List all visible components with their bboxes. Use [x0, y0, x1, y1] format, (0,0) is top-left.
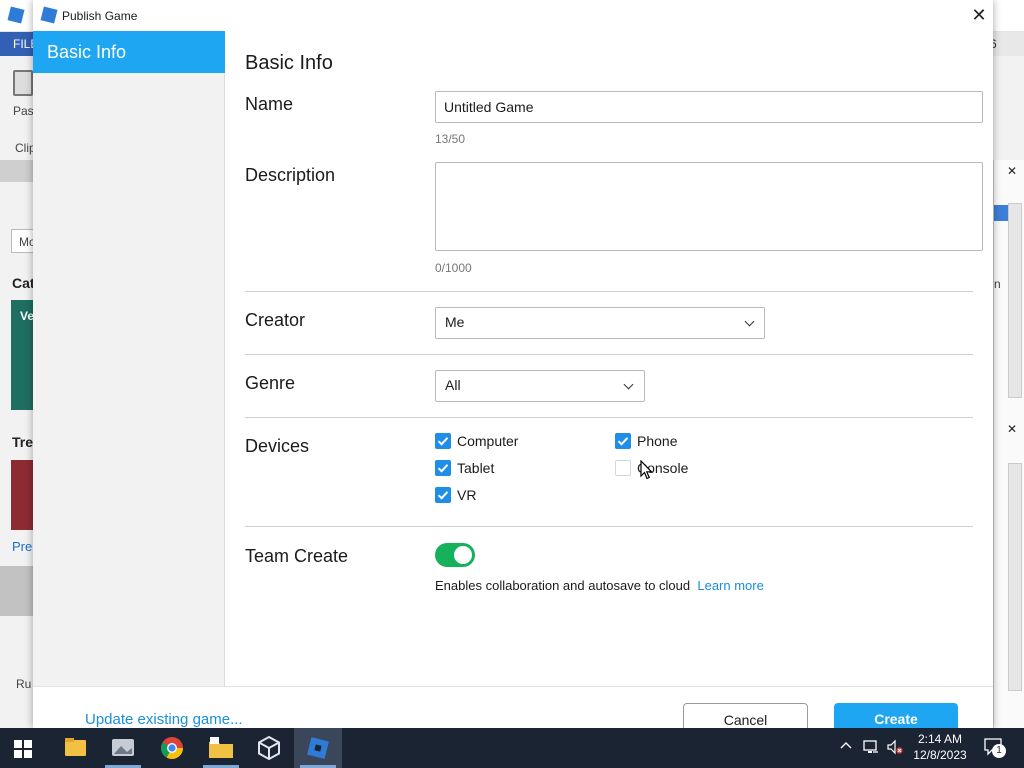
genre-select[interactable]: All — [435, 370, 645, 402]
background-bar — [0, 160, 34, 182]
divider — [245, 291, 973, 292]
dialog-sidebar: Basic Info — [33, 31, 225, 686]
chevron-down-icon — [744, 316, 755, 327]
team-create-toggle[interactable] — [435, 543, 475, 567]
folder-shortcut-icon[interactable] — [197, 728, 245, 768]
creator-select[interactable]: Me — [435, 307, 765, 339]
run-label[interactable]: Ru — [16, 677, 31, 691]
file-explorer-icon[interactable] — [51, 728, 99, 768]
chrome-icon[interactable] — [148, 728, 196, 768]
team-create-hint-text: Enables collaboration and autosave to cl… — [435, 578, 691, 593]
scrollbar[interactable] — [1008, 463, 1022, 691]
tablet-checkbox[interactable] — [435, 460, 451, 476]
computer-checkbox[interactable] — [435, 433, 451, 449]
update-existing-game-link[interactable]: Update existing game... — [85, 711, 243, 728]
roblox-studio-taskbar-icon[interactable] — [294, 728, 342, 768]
genre-select-value: All — [445, 377, 461, 393]
clock-time: 2:14 AM — [917, 732, 963, 746]
system-clock[interactable]: 2:14 AM 12/8/2023 — [905, 731, 975, 763]
divider — [245, 354, 973, 355]
taskbar: 2:14 AM 12/8/2023 1 — [0, 728, 1024, 768]
description-input[interactable] — [435, 162, 983, 251]
chevron-up-icon[interactable] — [840, 740, 852, 755]
dialog-content: Basic Info Name 13/50 Description 0/1000… — [226, 31, 993, 686]
divider — [245, 526, 973, 527]
windows-start-icon[interactable] — [14, 740, 32, 758]
background-panel — [0, 566, 34, 616]
devices-label: Devices — [245, 436, 310, 456]
mouse-cursor-icon — [640, 460, 653, 480]
divider — [245, 417, 973, 418]
phone-checkbox[interactable] — [615, 433, 631, 449]
chevron-down-icon — [623, 379, 634, 390]
studio-logo-icon — [7, 6, 25, 24]
file-tab[interactable]: FILE — [0, 32, 38, 56]
close-icon[interactable]: ✕ — [1007, 422, 1017, 436]
phone-checkbox-label[interactable]: Phone — [637, 433, 677, 449]
preview-label: Pre — [12, 539, 33, 554]
vr-checkbox-label[interactable]: VR — [457, 487, 476, 503]
name-char-count: 13/50 — [435, 132, 466, 146]
dialog-titlebar: Publish Game ✕ — [33, 0, 993, 31]
name-label: Name — [245, 94, 294, 114]
description-char-count: 0/1000 — [435, 261, 472, 275]
team-create-hint: Enables collaboration and autosave to cl… — [435, 578, 764, 593]
card-label: Ve — [20, 309, 35, 323]
paste-label: Pas — [13, 104, 34, 118]
sidebar-item-basic-info[interactable]: Basic Info — [33, 31, 225, 73]
toggle-knob — [454, 546, 472, 564]
section-heading: Basic Info — [245, 52, 333, 74]
volume-muted-icon[interactable] — [886, 739, 904, 758]
description-label: Description — [245, 165, 336, 185]
scrollbar[interactable] — [1008, 203, 1022, 398]
photos-app-icon[interactable] — [99, 728, 147, 768]
background-card-2[interactable] — [11, 460, 33, 530]
dialog-footer: Update existing game... Cancel Create — [33, 686, 993, 743]
name-input[interactable] — [435, 91, 983, 123]
notification-count-badge: 1 — [992, 744, 1006, 758]
network-icon[interactable] — [862, 739, 880, 758]
vr-checkbox[interactable] — [435, 487, 451, 503]
learn-more-link[interactable]: Learn more — [697, 578, 763, 593]
right-panel-text: n — [994, 277, 1001, 291]
studio-logo-icon — [40, 6, 58, 24]
categories-heading: Cat — [12, 275, 35, 291]
trending-heading: Tre — [12, 434, 34, 450]
publish-game-dialog: Publish Game ✕ Basic Info Basic Info Nam… — [33, 0, 993, 743]
genre-label: Genre — [245, 373, 296, 393]
console-checkbox[interactable] — [615, 460, 631, 476]
creator-label: Creator — [245, 310, 306, 330]
creator-select-value: Me — [445, 314, 465, 330]
dialog-title: Publish Game — [62, 9, 138, 23]
close-icon[interactable]: ✕ — [1007, 164, 1017, 178]
clock-date: 12/8/2023 — [913, 748, 967, 762]
cube-app-icon[interactable] — [245, 728, 293, 768]
close-icon[interactable]: ✕ — [967, 3, 991, 27]
computer-checkbox-label[interactable]: Computer — [457, 433, 518, 449]
tablet-checkbox-label[interactable]: Tablet — [457, 460, 494, 476]
paste-icon[interactable] — [13, 70, 33, 96]
selected-row — [994, 205, 1008, 221]
team-create-label: Team Create — [245, 546, 349, 566]
notification-center-icon[interactable]: 1 — [984, 738, 1010, 758]
